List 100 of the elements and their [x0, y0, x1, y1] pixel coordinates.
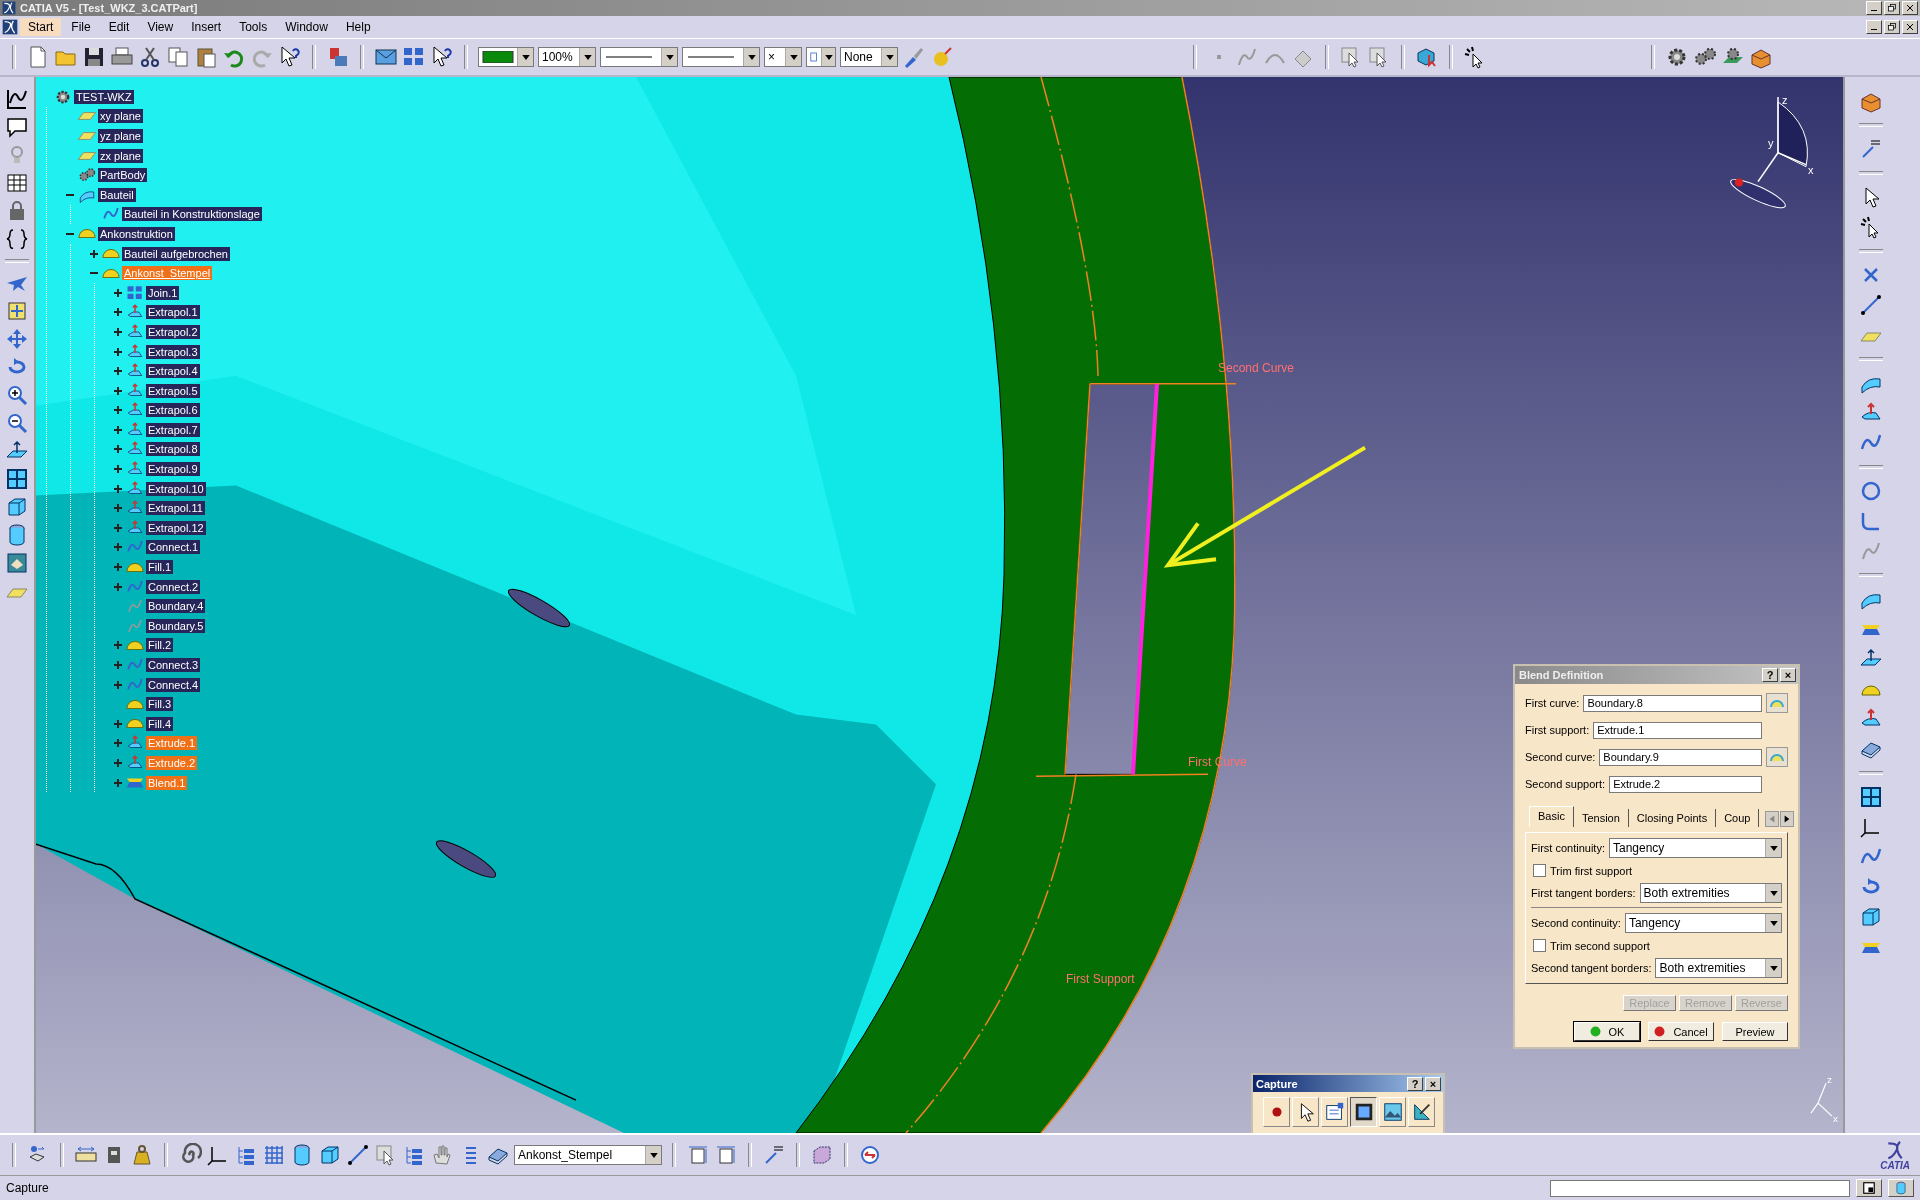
- tree-item[interactable]: Extrapol.6: [146, 403, 200, 418]
- input-field[interactable]: Boundary.8: [1583, 694, 1762, 712]
- power-input-button[interactable]: [1888, 1179, 1914, 1197]
- function-graph-icon[interactable]: [5, 87, 29, 111]
- menu-item[interactable]: File: [63, 18, 99, 36]
- checkbox[interactable]: [1533, 939, 1546, 952]
- point-symbol-dropdown[interactable]: ×: [764, 47, 802, 67]
- dropdown[interactable]: Both extremities: [1655, 958, 1782, 978]
- tree-item[interactable]: Extrapol.8: [146, 442, 200, 457]
- tree-item[interactable]: Connect.1: [146, 540, 201, 555]
- menu-item[interactable]: Window: [277, 18, 336, 36]
- menu-item[interactable]: Start: [20, 18, 62, 36]
- color-dropdown[interactable]: [478, 47, 534, 67]
- four-panes-icon[interactable]: [1859, 785, 1883, 809]
- speech-bubble-icon[interactable]: [5, 115, 29, 139]
- expand-toggle[interactable]: [112, 757, 124, 769]
- expand-toggle[interactable]: [88, 247, 100, 260]
- expand-toggle[interactable]: [112, 776, 124, 789]
- tab[interactable]: Closing Points: [1628, 809, 1717, 827]
- fit-all-icon[interactable]: [5, 299, 29, 323]
- magnifier-arrows-icon[interactable]: [858, 1143, 882, 1167]
- expand-toggle[interactable]: [112, 345, 124, 358]
- zoom-dropdown[interactable]: 100%: [538, 47, 596, 67]
- menu-item[interactable]: Tools: [231, 18, 276, 36]
- line-style-dropdown[interactable]: [682, 47, 760, 67]
- input-field[interactable]: Extrude.2: [1609, 775, 1762, 793]
- tree-item[interactable]: Fill.3: [146, 697, 174, 712]
- dimension-icon[interactable]: [686, 1143, 710, 1167]
- layer-dropdown[interactable]: None: [840, 47, 898, 67]
- expand-toggle[interactable]: [112, 678, 124, 691]
- tree-item[interactable]: Connect.3: [146, 658, 201, 672]
- close-icon[interactable]: [1902, 20, 1918, 34]
- tab[interactable]: Basic: [1529, 806, 1574, 827]
- close-button[interactable]: ×: [1425, 1076, 1441, 1091]
- restore-icon[interactable]: [1884, 20, 1900, 34]
- tree-item[interactable]: Boundary.4: [146, 599, 206, 614]
- cube-icon[interactable]: [1859, 905, 1883, 929]
- cube-icon[interactable]: [5, 495, 29, 519]
- help-pointer-icon[interactable]: [278, 45, 302, 69]
- preview-button[interactable]: Preview: [1722, 1022, 1788, 1041]
- expand-toggle[interactable]: [112, 541, 124, 554]
- dropdown[interactable]: Both extremities: [1639, 883, 1782, 903]
- cancel-button[interactable]: Cancel: [1648, 1022, 1714, 1041]
- tree-item[interactable]: Extrapol.4: [146, 364, 200, 379]
- shaded-box-icon[interactable]: [5, 551, 29, 575]
- tree-item[interactable]: Fill.1: [146, 560, 174, 575]
- clipboard-icon[interactable]: [194, 45, 218, 69]
- input-field[interactable]: Extrude.1: [1593, 721, 1762, 739]
- expand-toggle[interactable]: [112, 423, 124, 436]
- menu-item[interactable]: Insert: [183, 18, 230, 36]
- help-pointer-icon[interactable]: [430, 45, 454, 69]
- app-logo-icon[interactable]: [2, 19, 18, 35]
- tree-item[interactable]: Extrapol.1: [146, 305, 200, 320]
- weight-icon[interactable]: [130, 1143, 154, 1167]
- expand-toggle[interactable]: [112, 717, 124, 730]
- command-field[interactable]: [1550, 1179, 1850, 1197]
- tree-item[interactable]: PartBody: [98, 168, 148, 183]
- expand-toggle[interactable]: [112, 659, 124, 671]
- minimize-icon[interactable]: [1866, 20, 1882, 34]
- line-icon[interactable]: [1859, 293, 1883, 317]
- expand-toggle[interactable]: [112, 443, 124, 456]
- expand-toggle[interactable]: [112, 580, 124, 593]
- tree-item[interactable]: Fill.2: [146, 638, 174, 653]
- expand-toggle[interactable]: [112, 463, 124, 476]
- expand-toggle[interactable]: [112, 286, 124, 299]
- expand-toggle[interactable]: [112, 365, 124, 378]
- dropdown[interactable]: Tangency: [1624, 913, 1782, 933]
- tab[interactable]: Coup: [1716, 809, 1760, 827]
- expand-toggle[interactable]: [112, 384, 124, 397]
- tree-item[interactable]: Bauteil in Konstruktionslage: [122, 207, 262, 222]
- expand-toggle[interactable]: [112, 404, 124, 417]
- expand-toggle[interactable]: [112, 639, 124, 652]
- expand-toggle[interactable]: [112, 502, 124, 515]
- layer-filter-dropdown[interactable]: [806, 47, 836, 67]
- cube-icon[interactable]: [318, 1143, 342, 1167]
- tool-button[interactable]: [1350, 1097, 1377, 1127]
- dashed-cube-icon[interactable]: [810, 1143, 834, 1167]
- input-field[interactable]: Boundary.9: [1599, 748, 1762, 766]
- scroll-right-icon[interactable]: [1780, 811, 1795, 827]
- window-button[interactable]: [1856, 1179, 1882, 1197]
- scissors-icon[interactable]: [138, 45, 162, 69]
- menu-item[interactable]: View: [139, 18, 182, 36]
- zoom-out-icon[interactable]: [5, 411, 29, 435]
- tree-item[interactable]: Extrapol.9: [146, 462, 200, 477]
- menu-item[interactable]: Help: [337, 18, 379, 36]
- checkbox[interactable]: [1533, 864, 1546, 877]
- body-dropdown[interactable]: Ankonst_Stempel: [514, 1145, 662, 1165]
- brush-icon[interactable]: [902, 45, 926, 69]
- braces-icon[interactable]: [5, 227, 29, 251]
- pan-icon[interactable]: [5, 327, 29, 351]
- table-icon[interactable]: [5, 171, 29, 195]
- grid-icon[interactable]: [262, 1143, 286, 1167]
- expand-toggle[interactable]: [112, 325, 124, 338]
- line-style-dropdown[interactable]: [600, 47, 678, 67]
- zoom-in-icon[interactable]: [5, 383, 29, 407]
- expand-toggle[interactable]: [112, 737, 124, 750]
- circle-icon[interactable]: [1859, 479, 1883, 503]
- help-button[interactable]: ?: [1407, 1076, 1423, 1091]
- ok-button[interactable]: OK: [1574, 1022, 1640, 1041]
- close-button[interactable]: ×: [1780, 668, 1796, 682]
